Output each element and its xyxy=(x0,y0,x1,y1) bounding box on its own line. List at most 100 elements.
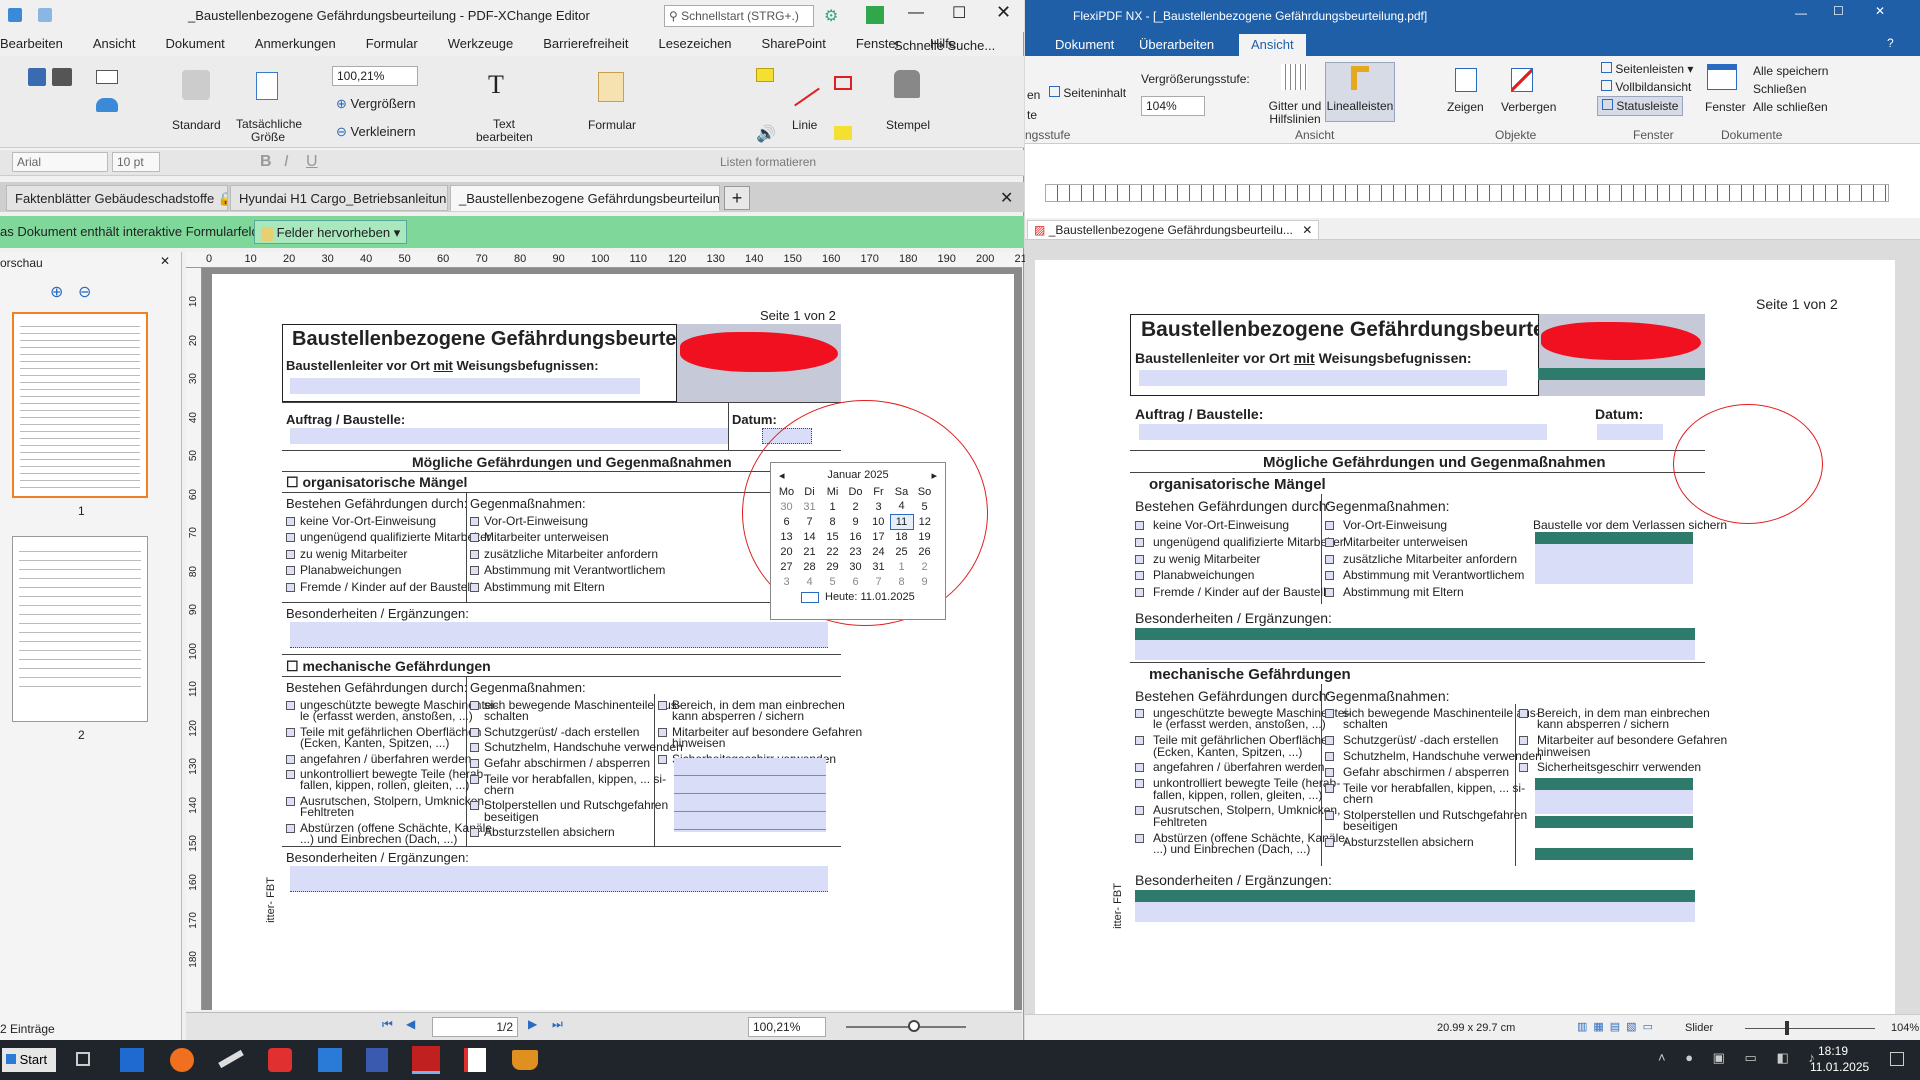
calendar-day[interactable]: 13 xyxy=(775,529,798,544)
checkbox[interactable] xyxy=(470,727,479,737)
fullscreen-button[interactable]: Vollbildansicht xyxy=(1601,80,1691,94)
calendar-day[interactable]: 5 xyxy=(913,499,936,514)
flexi-close-tab-icon[interactable]: ✕ xyxy=(1302,223,1312,237)
standard-button[interactable]: Standard xyxy=(172,118,221,132)
firefox-icon[interactable] xyxy=(170,1048,194,1072)
calendar-day[interactable]: 10 xyxy=(867,514,890,529)
font-size-select[interactable]: 10 pt xyxy=(112,152,160,172)
flexi-zoom-combo[interactable]: 104% xyxy=(1141,96,1205,116)
calendar-day[interactable]: 2 xyxy=(913,559,936,574)
calendar-day[interactable]: 14 xyxy=(798,529,821,544)
calendar-day[interactable]: 3 xyxy=(775,574,798,589)
checkbox[interactable] xyxy=(1135,537,1144,547)
notification-icon[interactable] xyxy=(1890,1052,1904,1066)
next-page-icon[interactable]: ▶ xyxy=(528,1017,537,1031)
previous-month-button[interactable]: ◂ xyxy=(779,469,785,482)
menu-dokument[interactable]: Dokument xyxy=(146,33,235,55)
flexi-zoom-slider[interactable] xyxy=(1745,1028,1875,1029)
checkbox[interactable] xyxy=(1325,783,1334,793)
calendar-day[interactable]: 30 xyxy=(844,559,867,574)
checkbox[interactable] xyxy=(1325,751,1334,761)
checkbox[interactable] xyxy=(470,582,479,592)
extra-field-1[interactable] xyxy=(674,758,826,832)
checkbox[interactable] xyxy=(1519,736,1528,746)
checkbox[interactable] xyxy=(1135,763,1144,773)
menu-formular[interactable]: Formular xyxy=(346,33,428,55)
calendar-day[interactable]: 8 xyxy=(890,574,913,589)
quick-search-box[interactable]: ⚲ Schnellstart (STRG+.) xyxy=(664,5,814,27)
list-format-button[interactable]: Listen formatieren xyxy=(720,155,816,169)
flexi-leader-field[interactable] xyxy=(1139,370,1507,386)
calendar-day[interactable]: 20 xyxy=(775,544,798,559)
leader-field[interactable] xyxy=(290,378,640,394)
line-icon[interactable] xyxy=(794,87,820,107)
crown-icon[interactable] xyxy=(512,1050,538,1070)
underline-icon[interactable]: U xyxy=(306,153,318,171)
zoom-out-button[interactable]: ⊖ Verkleinern xyxy=(336,124,416,140)
mail-icon[interactable] xyxy=(96,70,118,84)
menu-lesezeichen[interactable]: Lesezeichen xyxy=(639,33,742,55)
page-thumbnail-1[interactable] xyxy=(12,312,148,498)
menu-werkzeuge[interactable]: Werkzeuge xyxy=(428,33,524,55)
actual-size-button[interactable]: Tatsächliche Größe xyxy=(236,118,302,144)
checkbox[interactable] xyxy=(286,517,295,526)
menu-sharepoint[interactable]: SharePoint xyxy=(742,33,836,55)
checkbox[interactable] xyxy=(1325,571,1334,581)
calendar-day[interactable]: 4 xyxy=(890,499,913,514)
sound-icon[interactable]: 🔊 xyxy=(756,124,776,144)
tab-hyundai[interactable]: Hyundai H1 Cargo_Betriebsanleitung xyxy=(230,185,448,211)
checkbox[interactable] xyxy=(1135,806,1144,816)
menu-barrierefreiheit[interactable]: Barrierefreiheit xyxy=(523,33,638,55)
save-all-button[interactable]: Alle speichern xyxy=(1753,64,1828,78)
calendar-day[interactable]: 27 xyxy=(775,559,798,574)
next-month-button[interactable]: ▸ xyxy=(931,469,937,482)
checkbox[interactable] xyxy=(1135,554,1144,564)
form-button[interactable]: Formular xyxy=(588,118,636,132)
checkbox[interactable] xyxy=(470,566,479,576)
close-document-button[interactable]: ✕ xyxy=(1000,188,1013,208)
flexi-order-field[interactable] xyxy=(1139,424,1547,440)
blue-app-icon[interactable] xyxy=(318,1048,342,1072)
checkbox[interactable] xyxy=(286,823,295,833)
checkbox[interactable] xyxy=(470,828,479,838)
calendar-day[interactable]: 17 xyxy=(867,529,890,544)
calendar-day[interactable]: 30 xyxy=(775,499,798,514)
page-thumbnail-2[interactable] xyxy=(12,536,148,722)
calendar-day[interactable]: 18 xyxy=(890,529,913,544)
preview-close-icon[interactable]: ✕ xyxy=(160,254,170,268)
bold-icon[interactable]: B xyxy=(260,153,272,171)
tab-ansicht[interactable]: Ansicht xyxy=(1239,34,1306,56)
checkbox[interactable] xyxy=(470,759,479,769)
zoom-combo[interactable]: 100,21% xyxy=(332,66,418,86)
flexi-remarks-field-2[interactable] xyxy=(1135,902,1695,922)
edit-text-icon[interactable]: T xyxy=(488,70,504,100)
flexi-zoom-thumb[interactable] xyxy=(1785,1021,1789,1035)
flexi-extra-field-1[interactable] xyxy=(1535,544,1693,584)
form-icon[interactable] xyxy=(598,72,624,102)
calendar-day[interactable]: 26 xyxy=(913,544,936,559)
checkbox[interactable] xyxy=(1519,763,1528,773)
checkbox[interactable] xyxy=(470,701,479,710)
checkbox[interactable] xyxy=(470,801,479,811)
zoom-slider-thumb[interactable] xyxy=(908,1020,920,1032)
flexi-remarks-field-1[interactable] xyxy=(1135,640,1695,660)
checkbox[interactable] xyxy=(1135,571,1144,581)
calendar-day[interactable]: 7 xyxy=(867,574,890,589)
calendar-day[interactable]: 1 xyxy=(821,499,844,514)
checkbox[interactable] xyxy=(470,549,479,559)
checkbox[interactable] xyxy=(286,533,295,543)
calendar-day[interactable]: 5 xyxy=(821,574,844,589)
highlight-icon[interactable] xyxy=(834,126,852,140)
calendar-day[interactable]: 23 xyxy=(844,544,867,559)
grid-icon[interactable] xyxy=(1281,64,1307,90)
prev-page-icon[interactable]: ◀ xyxy=(406,1017,415,1031)
checkbox[interactable] xyxy=(658,701,667,710)
calendar-day[interactable]: 9 xyxy=(844,514,867,529)
comment-icon[interactable] xyxy=(756,68,774,82)
checkbox[interactable] xyxy=(1135,521,1144,530)
task-view-icon[interactable] xyxy=(76,1052,90,1066)
checkbox[interactable] xyxy=(1325,521,1334,530)
save-icon[interactable] xyxy=(28,68,46,86)
checkbox[interactable] xyxy=(1325,709,1334,718)
scanner-icon[interactable] xyxy=(96,98,118,112)
